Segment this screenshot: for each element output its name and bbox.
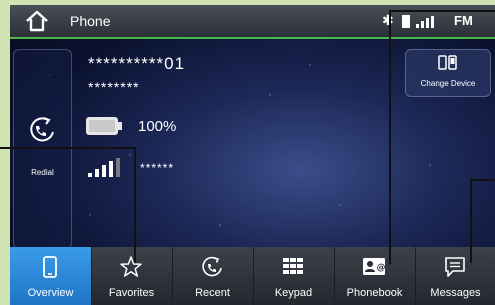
tab-label: Keypad xyxy=(274,287,313,299)
recent-calls-icon xyxy=(202,256,222,277)
keypad-icon xyxy=(283,258,303,274)
phonebook-icon: @ xyxy=(363,258,386,275)
phone-icon xyxy=(43,256,57,278)
callout-line xyxy=(0,147,135,149)
signal-strength-icon xyxy=(88,158,120,177)
change-device-label: Change Device xyxy=(420,79,476,88)
tab-recent[interactable]: Recent xyxy=(172,247,254,305)
callout-line xyxy=(470,179,472,263)
tab-label: Overview xyxy=(27,287,74,299)
carrier-name: ****** xyxy=(140,161,175,175)
home-button[interactable] xyxy=(24,9,50,33)
phone-screen: Phone ✱ FM Redial **********01 ******** … xyxy=(10,5,495,305)
redial-label: Redial xyxy=(31,168,54,177)
change-device-button[interactable]: Change Device xyxy=(405,49,491,97)
bluetooth-icon: ✱ xyxy=(382,12,394,28)
redial-icon xyxy=(30,117,54,142)
callout-line xyxy=(134,147,136,263)
tab-favorites[interactable]: Favorites xyxy=(91,247,173,305)
star-icon xyxy=(120,256,142,277)
svg-text:@: @ xyxy=(377,263,386,273)
tab-label: Favorites xyxy=(108,287,155,299)
tab-messages[interactable]: Messages xyxy=(415,247,495,305)
tab-keypad[interactable]: Keypad xyxy=(253,247,335,305)
redial-button[interactable]: Redial xyxy=(13,49,72,249)
tab-label: Phonebook xyxy=(346,287,403,299)
battery-level: 100% xyxy=(138,118,177,135)
home-icon xyxy=(26,10,48,32)
tab-phonebook[interactable]: @ Phonebook xyxy=(334,247,416,305)
battery-icon xyxy=(86,117,122,135)
callout-line xyxy=(389,10,391,264)
phone-number: **********01 xyxy=(88,54,186,73)
callout-line xyxy=(470,179,495,181)
radio-band-label: FM xyxy=(454,13,473,28)
tab-label: Messages xyxy=(430,287,481,299)
callout-line xyxy=(389,10,495,12)
tab-overview[interactable]: Overview xyxy=(10,247,92,305)
bottom-navigation: Overview Favorites Recent Keypad @ Phone… xyxy=(10,247,495,305)
change-device-icon xyxy=(438,55,457,70)
device-name: ******** xyxy=(88,79,140,95)
signal-strength-icon xyxy=(402,15,434,28)
message-icon xyxy=(445,257,465,277)
page-title: Phone xyxy=(70,13,111,29)
tab-label: Recent xyxy=(195,287,230,299)
